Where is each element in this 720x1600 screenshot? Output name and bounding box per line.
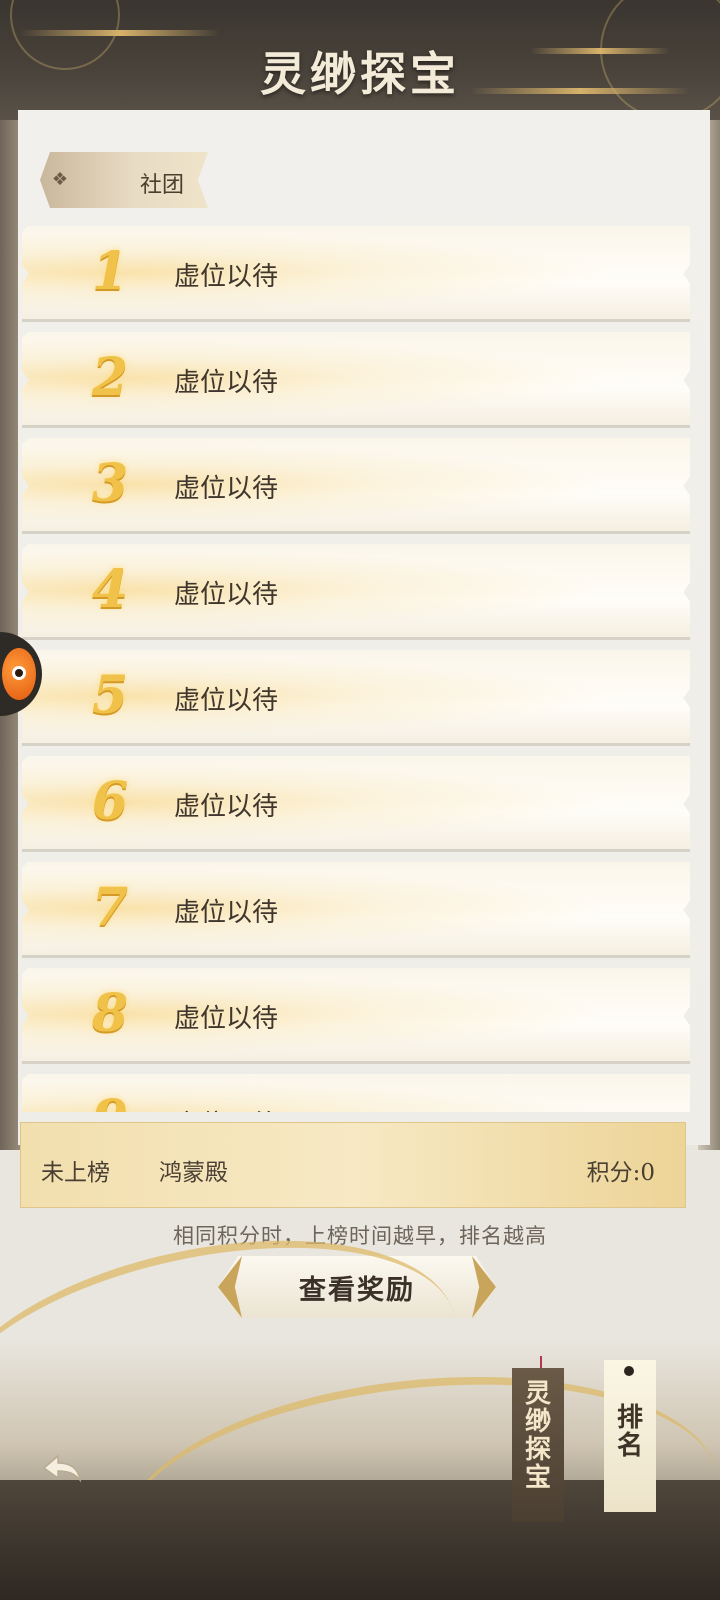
- ranking-row[interactable]: 1 虚位以待: [22, 226, 690, 322]
- rank-number: 2: [91, 347, 129, 408]
- club-name: 虚位以待: [174, 262, 279, 292]
- my-ranking-bar: 未上榜 鸿蒙殿 积分:0: [20, 1122, 686, 1208]
- ranking-row[interactable]: 5 虚位以待: [22, 650, 690, 746]
- tag-ranking-label: 排名: [616, 1403, 643, 1461]
- rank-number: 4: [91, 559, 129, 620]
- tab-ranking[interactable]: 排名: [604, 1360, 656, 1512]
- mascot-face: [2, 648, 36, 700]
- tab-club[interactable]: ❖ 社团: [40, 152, 208, 208]
- ranking-row[interactable]: 2 虚位以待: [22, 332, 690, 428]
- club-name: 虚位以待: [174, 368, 279, 398]
- ranking-row[interactable]: 4 虚位以待: [22, 544, 690, 640]
- rank-number: 3: [91, 453, 129, 514]
- club-name: 虚位以待: [174, 898, 279, 928]
- club-name: 虚位以待: [174, 792, 279, 822]
- tag-hole: [624, 1366, 634, 1376]
- club-name: 虚位以待: [174, 1004, 279, 1034]
- my-rank-status: 未上榜: [41, 1160, 110, 1186]
- back-arrow-icon[interactable]: [36, 1448, 84, 1488]
- rank-number: 8: [91, 983, 129, 1044]
- ranking-row[interactable]: 7 虚位以待: [22, 862, 690, 958]
- rank-number: 5: [91, 665, 129, 726]
- tab-label: 社团: [140, 173, 185, 198]
- tag-treasure-label: 灵缈探宝: [524, 1379, 551, 1493]
- rank-number: 1: [91, 241, 129, 302]
- my-score: 积分:0: [586, 1160, 655, 1186]
- club-name: 虚位以待: [174, 580, 279, 610]
- ranking-list[interactable]: 1 虚位以待 2 虚位以待 3 虚位以待 4 虚位以待 5 虚位以待 6 虚位以…: [18, 222, 690, 1112]
- my-club-name: 鸿蒙殿: [159, 1160, 228, 1186]
- page-title: 灵缈探宝: [260, 47, 460, 101]
- ranking-row[interactable]: 9 虚位以待: [22, 1074, 690, 1112]
- rank-number: 6: [91, 771, 129, 832]
- rank-number: 9: [80, 1090, 140, 1113]
- club-name: 虚位以待: [174, 1104, 278, 1112]
- club-name: 虚位以待: [174, 686, 279, 716]
- tab-treasure-hunt[interactable]: 灵缈探宝: [512, 1368, 564, 1522]
- diamond-icon: ❖: [51, 169, 69, 190]
- mascot-eye: [12, 666, 26, 680]
- gold-swirl-decoration: [20, 30, 220, 36]
- ranking-row[interactable]: 8 虚位以待: [22, 968, 690, 1064]
- club-name: 虚位以待: [174, 474, 279, 504]
- ranking-tip: 相同积分时，上榜时间越早，排名越高: [173, 1224, 547, 1248]
- ranking-row[interactable]: 3 虚位以待: [22, 438, 690, 534]
- rank-number: 7: [91, 877, 129, 938]
- ranking-row[interactable]: 6 虚位以待: [22, 756, 690, 852]
